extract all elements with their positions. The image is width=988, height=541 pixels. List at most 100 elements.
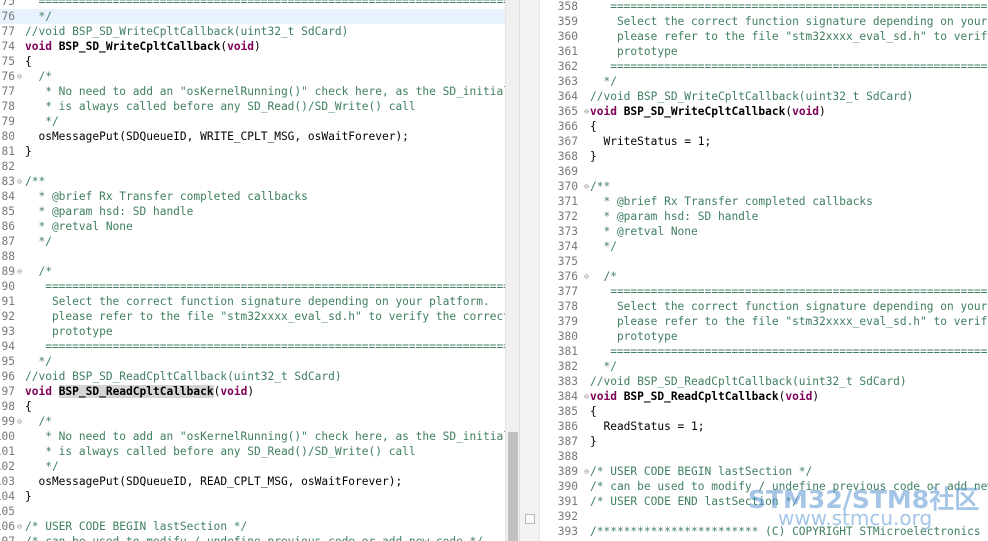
code-line[interactable]: 374 */: [540, 239, 988, 254]
code-line[interactable]: 382 */: [540, 359, 988, 374]
code-line[interactable]: 384 ⊖ void BSP_SD_ReadCpltCallback(void): [540, 389, 988, 404]
left-scrollbar-thumb[interactable]: [508, 432, 518, 541]
code-text: */: [590, 239, 616, 254]
code-line[interactable]: 360 please refer to the file "stm32xxxx_…: [540, 29, 988, 44]
code-line[interactable]: 375: [540, 254, 988, 269]
code-line[interactable]: 81}: [0, 144, 505, 159]
code-line[interactable]: 389 ⊖/* USER CODE BEGIN lastSection */: [540, 464, 988, 479]
code-text: /*: [25, 414, 51, 429]
code-token: * No need to add an "osKernelRunning()" …: [25, 430, 505, 443]
code-line[interactable]: 385 {: [540, 404, 988, 419]
code-line[interactable]: 359 Select the correct function signatur…: [540, 14, 988, 29]
code-line[interactable]: 103 osMessagePut(SDQueueID, READ_CPLT_MS…: [0, 474, 505, 489]
code-line[interactable]: 80 osMessagePut(SDQueueID, WRITE_CPLT_MS…: [0, 129, 505, 144]
code-line[interactable]: 90 =====================================…: [0, 279, 505, 294]
code-text: * No need to add an "osKernelRunning()" …: [25, 84, 505, 99]
code-line[interactable]: 368}: [540, 149, 988, 164]
code-line[interactable]: 100 * No need to add an "osKernelRunning…: [0, 429, 505, 444]
left-editor-pane[interactable]: 75 =====================================…: [0, 0, 505, 541]
code-line[interactable]: 77 * No need to add an "osKernelRunning(…: [0, 84, 505, 99]
code-line[interactable]: 99 ⊖ /*: [0, 414, 505, 429]
code-text: /**: [590, 179, 610, 194]
fold-toggle-icon[interactable]: ⊖: [15, 264, 24, 279]
code-line[interactable]: 91 Select the correct function signature…: [0, 294, 505, 309]
code-line[interactable]: 378 Select the correct function signatur…: [540, 299, 988, 314]
code-line[interactable]: 94 =====================================…: [0, 339, 505, 354]
code-line[interactable]: 376 ⊖ /*: [540, 269, 988, 284]
code-line[interactable]: 373 * @retval None: [540, 224, 988, 239]
code-line[interactable]: 97 void BSP_SD_ReadCpltCallback(void): [0, 384, 505, 399]
code-line[interactable]: 370 ⊖/**: [540, 179, 988, 194]
code-line[interactable]: 380 prototype: [540, 329, 988, 344]
left-editor-scrollbar[interactable]: [505, 0, 520, 541]
code-line[interactable]: 77 //void BSP_SD_WriteCpltCallback(uint32…: [0, 24, 505, 39]
code-line[interactable]: 381 ====================================…: [540, 344, 988, 359]
code-line[interactable]: 76 ⊖ /*: [0, 69, 505, 84]
code-line[interactable]: 101 * is always called before any SD_Rea…: [0, 444, 505, 459]
editor-split-divider[interactable]: [519, 0, 540, 541]
line-number: 94: [1, 340, 15, 353]
code-line[interactable]: 363 */: [540, 74, 988, 89]
line-number: 388: [557, 450, 578, 463]
code-line[interactable]: 379 please refer to the file "stm32xxxx_…: [540, 314, 988, 329]
line-number: 359: [557, 15, 578, 28]
code-line[interactable]: 383 //void BSP_SD_ReadCpltCallback(uint32…: [540, 374, 988, 389]
line-number: 373: [557, 225, 578, 238]
code-line[interactable]: 89 ⊖ /*: [0, 264, 505, 279]
right-editor-pane[interactable]: 358 ====================================…: [540, 0, 988, 541]
fold-toggle-icon[interactable]: ⊖: [15, 519, 24, 534]
code-line[interactable]: 78 * is always called before any SD_Read…: [0, 99, 505, 114]
code-line[interactable]: 104}: [0, 489, 505, 504]
code-line[interactable]: 365 ⊖ void BSP_SD_WriteCpltCallback(void): [540, 104, 988, 119]
code-token: /*: [25, 265, 52, 278]
code-line[interactable]: 387}: [540, 434, 988, 449]
code-line[interactable]: 105: [0, 504, 505, 519]
code-line[interactable]: 361 prototype: [540, 44, 988, 59]
code-line[interactable]: 88: [0, 249, 505, 264]
code-line[interactable]: 386 ReadStatus = 1;: [540, 419, 988, 434]
code-text: */: [25, 114, 59, 129]
code-line[interactable]: 377 ====================================…: [540, 284, 988, 299]
code-line[interactable]: 95 */: [0, 354, 505, 369]
fold-toggle-icon[interactable]: ⊖: [15, 414, 24, 429]
code-line[interactable]: 107 /* can be used to modify / undefine p…: [0, 534, 505, 541]
code-token: void: [25, 385, 59, 398]
code-line[interactable]: 75 =====================================…: [0, 0, 505, 9]
code-line[interactable]: 83 ⊖/**: [0, 174, 505, 189]
code-text: ========================================…: [25, 0, 505, 9]
code-line[interactable]: 86 * @retval None: [0, 219, 505, 234]
code-line[interactable]: 76 */: [0, 9, 505, 24]
code-line[interactable]: 79 */: [0, 114, 505, 129]
line-number: 382: [557, 360, 578, 373]
code-line[interactable]: 74 void BSP_SD_WriteCpltCallback(void): [0, 39, 505, 54]
code-line[interactable]: 85 * @param hsd: SD handle: [0, 204, 505, 219]
code-line[interactable]: 87 */: [0, 234, 505, 249]
code-line[interactable]: 93 prototype: [0, 324, 505, 339]
code-line[interactable]: 102 */: [0, 459, 505, 474]
fold-toggle-icon[interactable]: ⊖: [15, 69, 24, 84]
code-text: {: [590, 119, 597, 134]
divider-handle[interactable]: [525, 514, 535, 524]
code-line[interactable]: 372 * @param hsd: SD handle: [540, 209, 988, 224]
line-number: 80: [1, 130, 15, 143]
code-line[interactable]: 75 {: [0, 54, 505, 69]
code-text: * is always called before any SD_Read()/…: [25, 444, 415, 459]
code-line[interactable]: 366 {: [540, 119, 988, 134]
code-text: osMessagePut(SDQueueID, READ_CPLT_MSG, o…: [25, 474, 402, 489]
code-line[interactable]: 98 {: [0, 399, 505, 414]
code-line[interactable]: 92 please refer to the file "stm32xxxx_e…: [0, 309, 505, 324]
code-line[interactable]: 358 ====================================…: [540, 0, 988, 14]
code-line[interactable]: 84 * @brief Rx Transfer completed callba…: [0, 189, 505, 204]
code-line[interactable]: 371 * @brief Rx Transfer completed callb…: [540, 194, 988, 209]
code-line[interactable]: 106⊖/* USER CODE BEGIN lastSection */: [0, 519, 505, 534]
code-line[interactable]: 362 ====================================…: [540, 59, 988, 74]
code-line[interactable]: 369: [540, 164, 988, 179]
code-line[interactable]: 364 //void BSP_SD_WriteCpltCallback(uint3…: [540, 89, 988, 104]
code-line[interactable]: 82: [0, 159, 505, 174]
code-line[interactable]: 367 WriteStatus = 1;: [540, 134, 988, 149]
code-token: * @brief Rx Transfer completed callbacks: [590, 195, 873, 208]
fold-toggle-icon[interactable]: ⊖: [15, 174, 24, 189]
code-line[interactable]: 388: [540, 449, 988, 464]
code-line[interactable]: 96 //void BSP_SD_ReadCpltCallback(uint32_…: [0, 369, 505, 384]
code-token: */: [25, 115, 59, 128]
